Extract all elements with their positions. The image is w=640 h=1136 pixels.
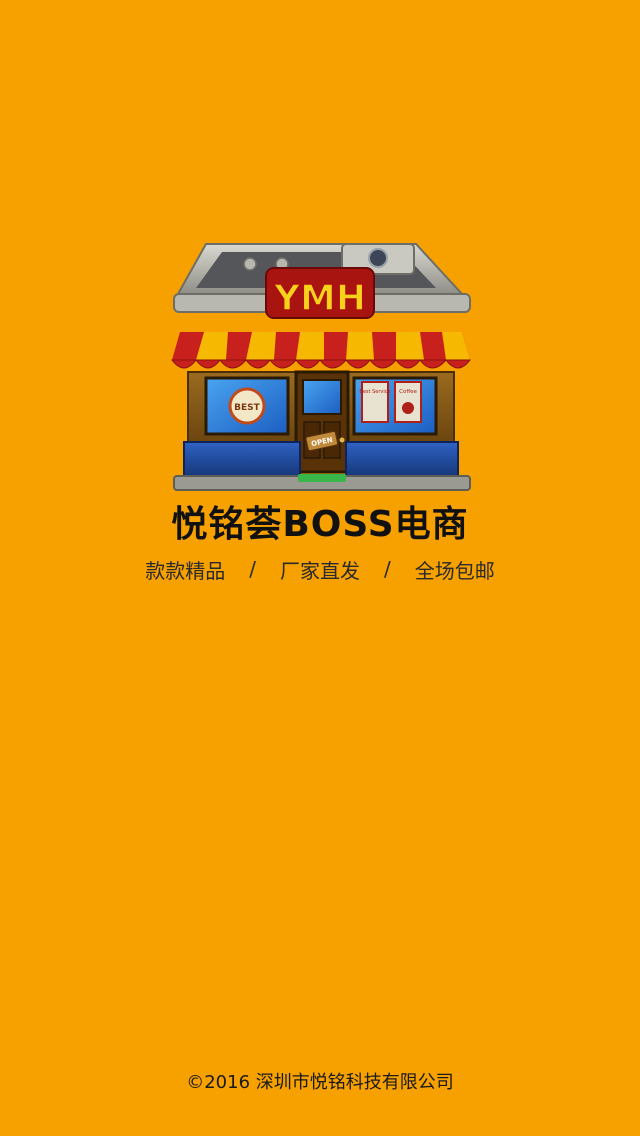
copyright-text: ©2016 深圳市悦铭科技有限公司 bbox=[186, 1072, 454, 1093]
window-badge-text: BEST bbox=[234, 403, 260, 413]
store-sign: YMH bbox=[265, 267, 375, 320]
poster-best-service: Best Service bbox=[359, 389, 390, 395]
tagline: 款款精品 / 厂家直发 / 全场包邮 bbox=[0, 552, 640, 586]
tagline-separator: / bbox=[384, 557, 391, 581]
tagline-item-2: 厂家直发 bbox=[280, 558, 360, 583]
tagline-item-3: 全场包邮 bbox=[414, 558, 495, 583]
brand-title: 悦铭荟BOSS电商 bbox=[171, 504, 469, 545]
store-logo-illustration: YMH BEST Best Service Coffee OPEN bbox=[170, 243, 472, 491]
store-awning bbox=[170, 332, 472, 369]
tagline-separator: / bbox=[249, 557, 256, 581]
poster-coffee: Coffee bbox=[399, 389, 417, 395]
store-sign-text: YMH bbox=[273, 278, 366, 319]
tagline-item-1: 款款精品 bbox=[145, 558, 226, 583]
